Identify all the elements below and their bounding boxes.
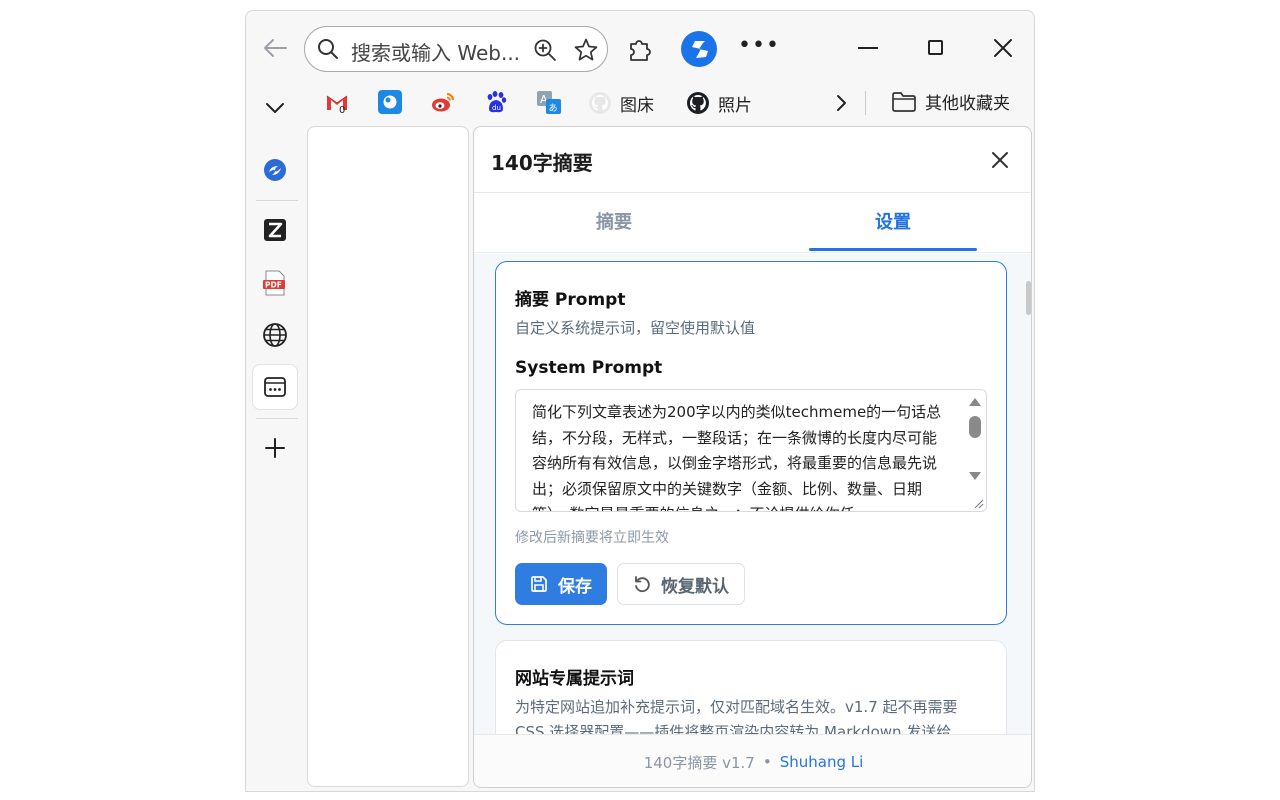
tab-summary[interactable]: 摘要 [474, 193, 754, 253]
panel-header: 140字摘要 [474, 127, 1031, 193]
maximize-button[interactable] [928, 40, 943, 55]
bookmarks-bar: 0 du Aあ 图床 照片 其他收藏夹 [246, 83, 1034, 129]
window-close-icon[interactable] [992, 37, 1014, 59]
minimize-button[interactable] [858, 47, 878, 49]
bookmark-item[interactable]: 图床 [588, 89, 654, 117]
svg-text:0: 0 [339, 105, 345, 115]
footer-separator: • [762, 753, 772, 771]
card-description: 为特定网站追加补充提示词，仅对匹配域名生效。v1.7 起不再需要 [515, 698, 958, 716]
sidebar-app-button[interactable] [252, 312, 298, 358]
address-bar[interactable]: 搜索或输入 Web... [304, 26, 608, 72]
plus-icon [265, 438, 285, 458]
bookmark-divider [865, 91, 866, 115]
pdf-icon: PDF [263, 270, 285, 296]
browser-window: 搜索或输入 Web... ••• 0 du Aあ 图床 照片 其他收藏夹 PDF… [245, 10, 1035, 792]
bookmark-label: 照片 [718, 95, 752, 116]
rail-divider [256, 418, 298, 419]
bookmark-blue-icon[interactable] [377, 89, 403, 115]
extensions-puzzle-icon[interactable] [626, 35, 654, 63]
sidebar-app-button[interactable]: PDF [252, 260, 298, 306]
field-label: System Prompt [515, 358, 663, 378]
settings-content: 摘要 Prompt 自定义系统提示词，留空使用默认值 System Prompt… [474, 254, 1031, 734]
bookmark-item[interactable]: 照片 [686, 89, 752, 117]
reset-button-label: 恢复默认 [661, 576, 729, 597]
sidebar-app-button[interactable] [252, 207, 298, 253]
folder-icon [892, 91, 916, 112]
back-arrow-icon [264, 39, 287, 57]
svg-text:PDF: PDF [265, 281, 282, 290]
panel-tabs: 摘要 设置 [474, 193, 1031, 253]
zoom-in-icon[interactable] [533, 38, 557, 62]
save-button[interactable]: 保存 [515, 563, 607, 605]
reset-default-button[interactable]: 恢复默认 [617, 563, 745, 605]
scroll-down-arrow-icon[interactable] [969, 472, 981, 480]
sidebar-app-button-active[interactable] [252, 364, 298, 410]
weibo-icon[interactable] [430, 89, 456, 115]
author-link[interactable]: Shuhang Li [780, 753, 864, 771]
profile-logo-icon [692, 41, 708, 58]
web-content-area [307, 126, 469, 787]
other-bookmarks-label: 其他收藏夹 [925, 94, 1010, 114]
save-icon [531, 576, 547, 592]
card-description: 自定义系统提示词，留空使用默认值 [515, 319, 756, 337]
system-prompt-textarea[interactable]: 简化下列文章表述为200字以内的类似techmeme的一句话总结，不分段，无样式… [515, 389, 987, 512]
card-title: 摘要 Prompt [515, 290, 626, 310]
scroll-thumb[interactable] [969, 416, 981, 438]
tab-settings[interactable]: 设置 [753, 193, 1031, 253]
active-tab-indicator [809, 248, 977, 251]
card-description: CSS 选择器配置——插件将整页渲染内容转为 Markdown 发送给 [515, 723, 952, 734]
add-sidebar-app-button[interactable] [252, 425, 298, 471]
sidebar-rail: PDF [246, 129, 302, 791]
rail-divider [256, 200, 298, 201]
app-logo-icon [264, 159, 286, 181]
save-button-label: 保存 [558, 576, 592, 597]
more-options-icon[interactable]: ••• [738, 33, 779, 61]
globe-icon [263, 323, 287, 347]
baidu-icon[interactable]: du [483, 89, 509, 115]
side-panel: 140字摘要 摘要 设置 摘要 Prompt 自定义系统提示词，留空使用默认值 … [473, 126, 1032, 788]
translate-icon[interactable]: Aあ [536, 89, 562, 115]
chevron-right-icon[interactable] [831, 93, 851, 113]
prompt-settings-card: 摘要 Prompt 自定义系统提示词，留空使用默认值 System Prompt… [495, 261, 1007, 625]
version-text: 140字摘要 v1.7 [643, 753, 755, 772]
scroll-up-arrow-icon[interactable] [969, 398, 981, 406]
textarea-scrollbar[interactable] [964, 390, 986, 511]
address-input[interactable]: 搜索或输入 Web... [351, 37, 520, 66]
sidebar-app-button[interactable] [252, 147, 298, 193]
back-button[interactable] [260, 33, 290, 63]
github-icon [687, 92, 709, 114]
github-icon [589, 92, 611, 114]
card-title: 网站专属提示词 [515, 669, 634, 689]
undo-icon [635, 576, 650, 593]
search-icon [318, 39, 338, 59]
chevron-down-icon[interactable] [264, 97, 286, 119]
gmail-icon[interactable]: 0 [324, 89, 350, 115]
browser-toolbar: 搜索或输入 Web... ••• [246, 11, 1034, 83]
bookmark-label: 图床 [620, 95, 654, 116]
favorite-star-icon[interactable] [573, 37, 599, 63]
profile-avatar[interactable] [681, 31, 717, 67]
panel-scrollbar[interactable] [1026, 281, 1031, 315]
hint-text: 修改后新摘要将立即生效 [515, 530, 669, 546]
site-prompts-card: 网站专属提示词 为特定网站追加补充提示词，仅对匹配域名生效。v1.7 起不再需要… [495, 640, 1007, 734]
zlibrary-icon [264, 219, 286, 241]
summary-extension-icon [264, 377, 286, 397]
svg-text:あ: あ [549, 103, 558, 114]
other-bookmarks-folder[interactable]: 其他收藏夹 [891, 89, 1010, 114]
svg-text:du: du [492, 104, 501, 112]
panel-footer: 140字摘要 v1.7 • Shuhang Li [474, 734, 1031, 787]
system-prompt-value[interactable]: 简化下列文章表述为200字以内的类似techmeme的一句话总结，不分段，无样式… [532, 400, 948, 511]
close-icon[interactable] [989, 149, 1011, 171]
resize-handle-icon[interactable] [972, 497, 984, 509]
panel-title: 140字摘要 [491, 151, 593, 175]
